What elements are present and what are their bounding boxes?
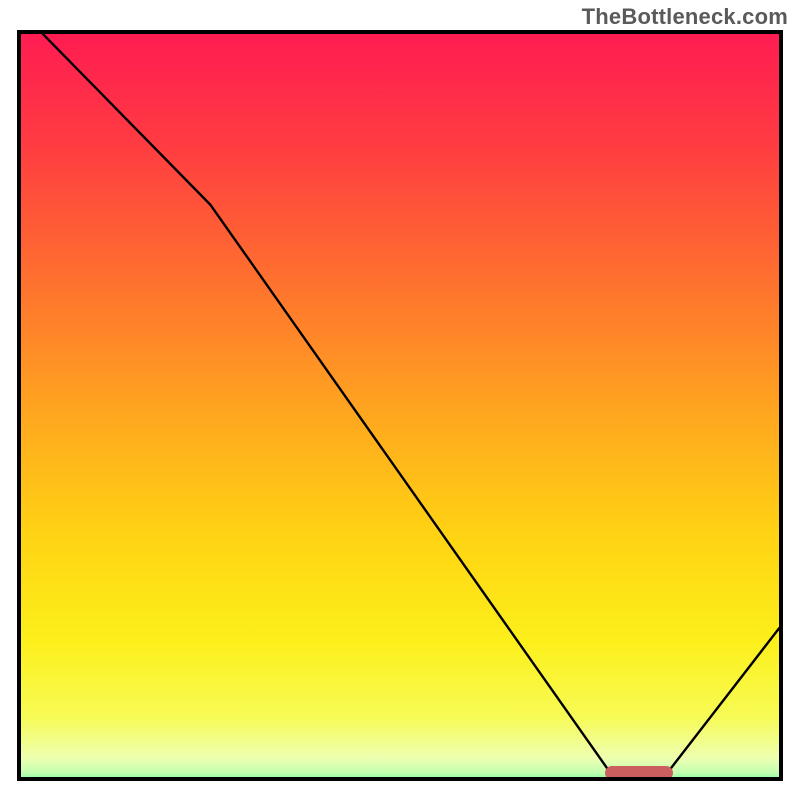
- watermark-text: TheBottleneck.com: [582, 4, 788, 30]
- chart-container: TheBottleneck.com: [0, 0, 800, 800]
- curve-line: [21, 34, 779, 777]
- plot-area: [17, 30, 783, 781]
- highlight-marker: [605, 766, 673, 780]
